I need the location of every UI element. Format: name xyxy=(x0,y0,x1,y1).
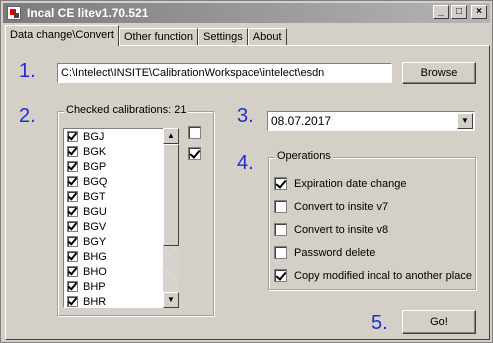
list-item[interactable]: BGJ xyxy=(64,129,178,144)
operation-checkbox[interactable] xyxy=(274,269,287,282)
window-title: Incal CE litev1.70.521 xyxy=(27,6,149,20)
step-number-3: 3. xyxy=(237,105,254,127)
calibration-checkbox[interactable] xyxy=(67,146,78,157)
operation-option[interactable]: Expiration date change xyxy=(274,177,407,190)
calibration-name: BGK xyxy=(83,145,107,158)
calibrations-list[interactable]: BGJ BGK BGP BGQ BGT BGU BGV BGY BHG BHO BHP BHR xyxy=(63,128,179,308)
operation-option[interactable]: Convert to insite v7 xyxy=(274,200,388,213)
go-button[interactable]: Go! xyxy=(402,310,476,334)
scroll-thumb[interactable] xyxy=(163,144,179,246)
operation-label: Expiration date change xyxy=(294,177,407,190)
calibrations-count-label: Checked calibrations: 21 xyxy=(64,104,189,116)
calibration-name: BHP xyxy=(83,280,106,293)
step-number-2: 2. xyxy=(19,105,36,127)
operation-checkbox[interactable] xyxy=(274,200,287,213)
operations-label: Operations xyxy=(275,150,333,162)
operation-option[interactable]: Convert to insite v8 xyxy=(274,223,388,236)
calibration-name: BHG xyxy=(83,250,107,263)
app-window: Incal CE litev1.70.521 _ □ × Data change… xyxy=(0,0,493,343)
select-all-checkbox[interactable] xyxy=(188,147,201,160)
path-field[interactable]: C:\Intelect\INSITE\CalibrationWorkspace\… xyxy=(57,63,392,83)
date-select[interactable]: 08.07.2017 ▼ xyxy=(267,111,475,131)
calibration-name: BHR xyxy=(83,295,107,308)
list-item[interactable]: BGQ xyxy=(64,174,178,189)
calibration-name: BHO xyxy=(83,265,107,278)
list-item[interactable]: BHO xyxy=(64,264,178,279)
operation-checkbox[interactable] xyxy=(274,177,287,190)
close-button[interactable]: × xyxy=(471,5,487,19)
list-item[interactable]: BHP xyxy=(64,279,178,294)
list-item[interactable]: BGP xyxy=(64,159,178,174)
calibration-name: BGJ xyxy=(83,130,105,143)
operation-label: Convert to insite v8 xyxy=(294,223,389,236)
tab-about[interactable]: About xyxy=(247,28,287,46)
scroll-up-icon[interactable]: ▲ xyxy=(163,128,179,144)
calibration-checkbox[interactable] xyxy=(67,221,78,232)
maximize-button[interactable]: □ xyxy=(451,5,467,19)
operation-label: Password delete xyxy=(294,246,376,259)
list-item[interactable]: BGU xyxy=(64,204,178,219)
list-item[interactable]: BGK xyxy=(64,144,178,159)
calibration-name: BGU xyxy=(83,205,107,218)
date-value: 08.07.2017 xyxy=(271,114,332,128)
tab-settings[interactable]: Settings xyxy=(198,28,248,46)
title-bar[interactable]: Incal CE litev1.70.521 _ □ × xyxy=(3,3,490,23)
step-number-1: 1. xyxy=(19,60,36,82)
calibration-checkbox[interactable] xyxy=(67,206,78,217)
calibration-checkbox[interactable] xyxy=(67,296,78,307)
list-item[interactable]: BHR xyxy=(64,294,178,308)
browse-button[interactable]: Browse xyxy=(402,62,476,84)
calibration-checkbox[interactable] xyxy=(67,236,78,247)
step-number-5: 5. xyxy=(371,312,388,334)
chevron-down-icon[interactable]: ▼ xyxy=(457,113,473,129)
select-none-checkbox[interactable] xyxy=(188,126,201,139)
calibrations-scrollbar[interactable]: ▲ ▼ xyxy=(163,128,179,308)
calibration-name: BGT xyxy=(83,190,106,203)
operation-label: Copy modified incal to another place xyxy=(294,269,472,282)
operation-checkbox[interactable] xyxy=(274,223,287,236)
calibration-checkbox[interactable] xyxy=(67,176,78,187)
calibration-name: BGP xyxy=(83,160,107,173)
calibration-checkbox[interactable] xyxy=(67,161,78,172)
app-icon[interactable] xyxy=(7,6,21,20)
list-item[interactable]: BGT xyxy=(64,189,178,204)
calibration-checkbox[interactable] xyxy=(67,191,78,202)
calibration-checkbox[interactable] xyxy=(67,266,78,277)
list-item[interactable]: BGY xyxy=(64,234,178,249)
tab-strip: Data change\Convert Other function Setti… xyxy=(5,25,287,46)
list-item[interactable]: BHG xyxy=(64,249,178,264)
calibration-name: BGQ xyxy=(83,175,108,188)
tab-other-function[interactable]: Other function xyxy=(118,28,199,46)
list-item[interactable]: BGV xyxy=(64,219,178,234)
tab-data-change-convert[interactable]: Data change\Convert xyxy=(5,25,119,46)
minimize-button[interactable]: _ xyxy=(433,5,449,19)
operation-option[interactable]: Password delete xyxy=(274,246,375,259)
calibration-name: BGY xyxy=(83,235,107,248)
scroll-down-icon[interactable]: ▼ xyxy=(163,292,179,308)
calibration-name: BGV xyxy=(83,220,107,233)
step-number-4: 4. xyxy=(237,152,254,174)
operation-option[interactable]: Copy modified incal to another place xyxy=(274,269,472,282)
calibration-checkbox[interactable] xyxy=(67,131,78,142)
calibration-checkbox[interactable] xyxy=(67,251,78,262)
calibration-checkbox[interactable] xyxy=(67,281,78,292)
operation-checkbox[interactable] xyxy=(274,246,287,259)
operation-label: Convert to insite v7 xyxy=(294,200,389,213)
